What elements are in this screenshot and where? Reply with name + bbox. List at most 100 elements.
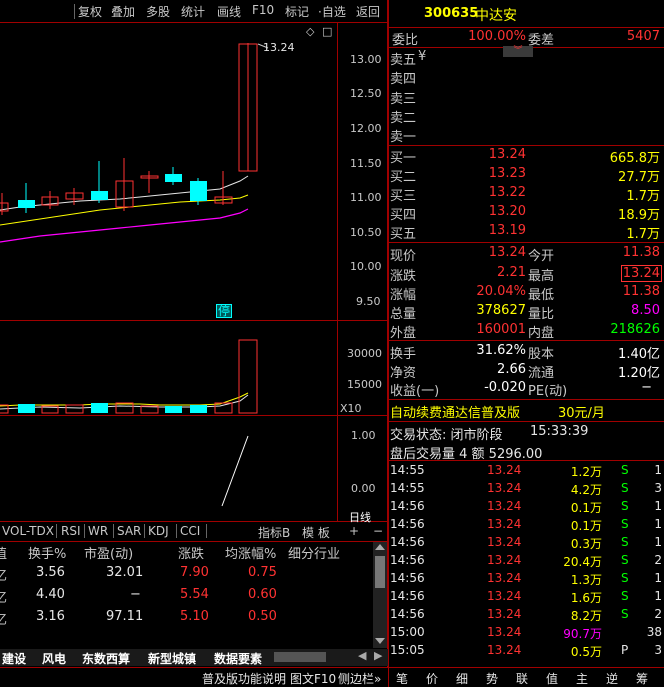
candle [190,178,207,205]
plus-button[interactable]: + [349,524,359,538]
tick-price: 13.24 [487,517,522,531]
tab-sar[interactable]: SAR [117,524,141,538]
tab-cci[interactable]: CCI [180,524,200,538]
promo-text[interactable]: 自动续费通达信普及版 [390,402,520,421]
sector-tab-bar: 建设 风电 东数西算 新型城镇 数据要素 ◀ ▶ [0,649,388,666]
toolbar-btn-f10[interactable]: F10 [252,3,274,20]
sell-row[interactable]: 卖三 [390,88,664,107]
scroll-up-icon[interactable] [375,544,385,550]
tick-row[interactable]: 15:00 13.24 90.7万 38 [390,625,664,643]
template-button[interactable]: 模 板 [302,524,330,541]
tick-price: 13.24 [487,589,522,603]
f10-link[interactable]: 图文F10 [290,670,336,687]
scroll-down-icon[interactable] [375,638,385,644]
tab-left-arrow-icon[interactable]: ◀ [358,649,366,662]
toolbar-btn-multi[interactable]: 多股 [146,3,170,20]
trade-state-label: 交易状态: 闭市阶段 [390,428,503,443]
quote-divider [389,340,664,341]
sell-row[interactable]: 卖五 ¥ [390,49,664,68]
tick-row[interactable]: 14:56 13.24 20.4万 S 2 [390,553,664,571]
toolbar-btn-draw[interactable]: 画线 [217,3,241,20]
sector-tab[interactable]: 东数西算 [82,650,130,667]
grid-header-cell[interactable]: 换手% [28,543,66,562]
indicator-b-button[interactable]: 指标B [258,524,290,541]
grid-header-cell[interactable]: 均涨幅% [225,543,276,562]
tick-row[interactable]: 14:56 13.24 0.1万 S 1 [390,499,664,517]
stat-value: -0.020 [484,380,526,395]
scrollbar-thumb[interactable] [375,556,385,588]
tick-row[interactable]: 14:56 13.24 1.3万 S 1 [390,571,664,589]
side-tab[interactable]: 价 [426,670,438,687]
tick-row[interactable]: 15:05 13.24 0.5万 P 3 [390,643,664,661]
sell-label: 卖三 [390,92,417,107]
stat-value: 1.40亿 [618,347,660,362]
tab-right-arrow-icon[interactable]: ▶ [374,649,382,662]
tick-price: 13.24 [487,499,522,513]
help-link[interactable]: 普及版功能说明 [202,670,286,687]
buy-row[interactable]: 买四 13.20 18.9万 [390,204,664,223]
sidebar-toggle[interactable]: 侧边栏» [338,670,381,687]
tick-side: P [621,643,629,657]
side-tab[interactable]: 势 [486,670,498,687]
table-row[interactable]: 亿 3.16 97.11 5.10 0.50 [0,609,388,629]
promo-price[interactable]: 30元/月 [558,402,605,421]
tab-wr[interactable]: WR [88,524,108,538]
stat-label: 内盘 [528,326,555,341]
tab-rsi[interactable]: RSI [61,524,81,538]
sell-row[interactable]: 卖四 [390,68,664,87]
tick-row[interactable]: 14:56 13.24 0.1万 S 1 [390,517,664,535]
toolbar-separator [74,4,75,19]
stat-label: 今开 [528,249,555,264]
toolbar-btn-watchlist[interactable]: ·自选 [318,3,346,20]
stat-label: 最低 [528,288,555,303]
side-tab[interactable]: 筹 [636,670,648,687]
tick-row[interactable]: 14:56 13.24 8.2万 S 2 [390,607,664,625]
promo-banner[interactable]: 自动续费通达信普及版 30元/月 [390,401,664,421]
side-tab[interactable]: 联 [516,670,528,687]
toolbar-btn-mark[interactable]: 标记 [285,3,309,20]
toolbar-btn-overlay[interactable]: 叠加 [111,3,135,20]
toolbar-btn-stats[interactable]: 统计 [181,3,205,20]
buy-row[interactable]: 买二 13.23 27.7万 [390,166,664,185]
tick-row[interactable]: 14:55 13.24 4.2万 S 3 [390,481,664,499]
table-row[interactable]: 亿 4.40 − 5.54 0.60 [0,587,388,607]
stat-value: 11.38 [622,284,660,299]
tick-row[interactable]: 14:56 13.24 1.6万 S 1 [390,589,664,607]
candle [41,191,59,209]
sector-tab[interactable]: 新型城镇 [148,650,196,667]
grid-header-cell[interactable]: 市盈(动) [84,543,133,562]
sector-tab[interactable]: 风电 [42,650,66,667]
buy-row[interactable]: 买三 13.22 1.7万 [390,185,664,204]
sell-row[interactable]: 卖二 [390,107,664,126]
side-tab[interactable]: 笔 [396,670,408,687]
indicator-tab-bar: VOL-TDX RSI WR SAR KDJ CCI 指标B 模 板 + − [0,522,388,541]
tab-kdj[interactable]: KDJ [148,524,169,538]
table-row[interactable]: 亿 3.56 32.01 7.90 0.75 [0,565,388,585]
tab-vol-tdx[interactable]: VOL-TDX [2,524,54,538]
minus-button[interactable]: − [373,524,383,538]
side-tab[interactable]: 值 [546,670,558,687]
tick-row[interactable]: 14:55 13.24 1.2万 S 1 [390,463,664,481]
toolbar-btn-fuquan[interactable]: 复权 [78,3,102,20]
side-tab[interactable]: 逆 [606,670,618,687]
sector-tab[interactable]: 数据要素 [214,650,262,667]
buy-row[interactable]: 买一 13.24 665.8万 [390,147,664,166]
grid-scrollbar[interactable] [373,542,387,648]
tick-time: 14:56 [390,553,425,567]
grid-cell: 97.11 [106,609,144,624]
price-axis-tick: 12.50 [350,87,382,100]
buy-row[interactable]: 买五 13.19 1.7万 [390,223,664,242]
sector-tab-scrollbar[interactable] [274,652,326,662]
side-tab[interactable]: 主 [576,670,588,687]
side-tab[interactable]: 细 [456,670,468,687]
grid-header-cell[interactable]: 细分行业 [288,543,340,562]
price-axis-tick: 11.00 [350,191,382,204]
quote-divider [389,460,664,461]
tick-row[interactable]: 14:56 13.24 0.3万 S 1 [390,535,664,553]
grid-header-cell[interactable]: 涨跌 [178,543,204,562]
sell-row[interactable]: 卖一 [390,126,664,145]
candle [115,158,134,211]
toolbar-btn-back[interactable]: 返回 [356,3,380,20]
sector-tab[interactable]: 建设 [2,650,26,667]
tick-volume: 4.2万 [570,483,602,497]
